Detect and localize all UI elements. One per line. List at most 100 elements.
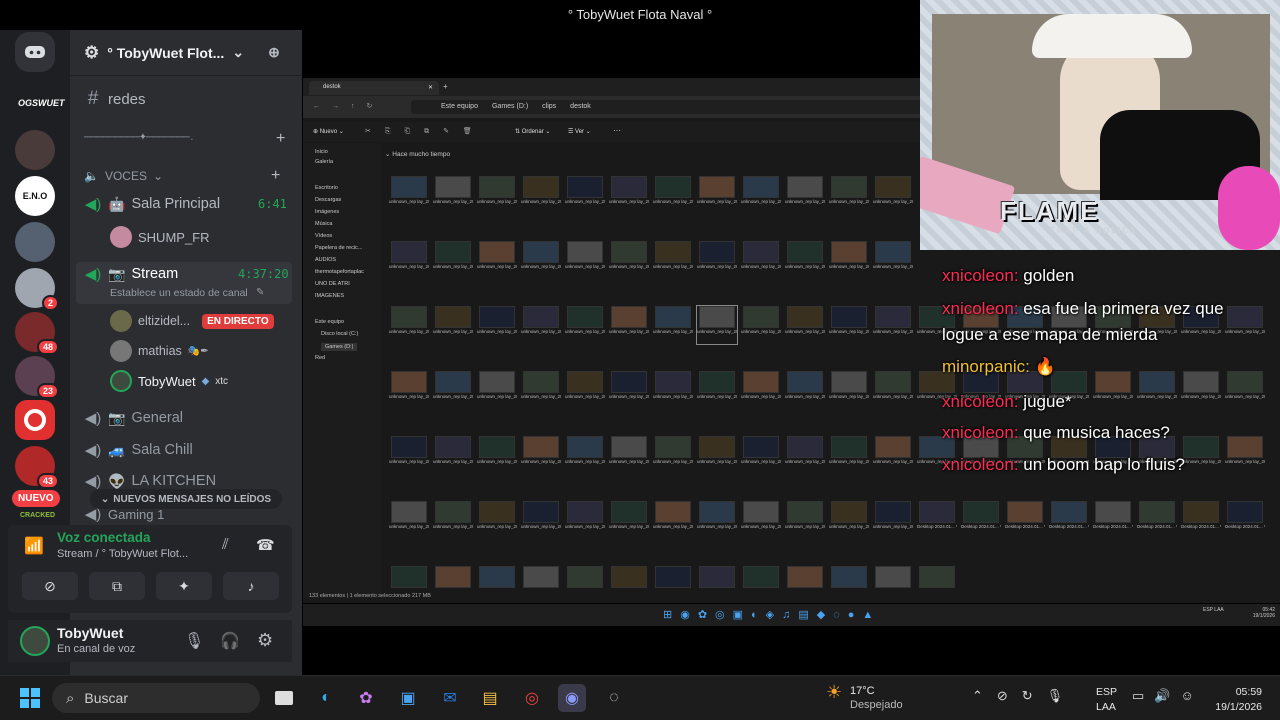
discord-taskbar-icon[interactable]: ◉	[558, 684, 586, 712]
file-thumbnail[interactable]: unknown_rep lay_2024...	[389, 306, 429, 344]
screen-share-button[interactable]: ⧉	[89, 572, 145, 600]
nav-item[interactable]: Inicio	[315, 149, 328, 155]
file-thumbnail[interactable]	[433, 566, 473, 604]
file-thumbnail[interactable]: unknown_rep lay_2024...	[1181, 371, 1221, 409]
file-thumbnail[interactable]: unknown_rep lay_2024...	[477, 306, 517, 344]
nav-item[interactable]: Descargas	[315, 197, 341, 203]
file-thumbnail[interactable]: unknown_rep lay_2024...	[609, 501, 649, 539]
invite-people-icon[interactable]: ⊕	[268, 44, 280, 61]
channel-divider[interactable]: ─────────✦─────── .	[84, 132, 193, 143]
file-thumbnail[interactable]: unknown_rep lay_2024...	[696, 305, 738, 345]
channel-sala-principal[interactable]: ◀) 🤖 Sala Principal	[84, 195, 220, 214]
server-ogswuet-label[interactable]: OGSWUET	[18, 98, 65, 108]
new-unread-messages-pill[interactable]: ⌄ NUEVOS MENSAJES NO LEÍDOS	[90, 489, 282, 509]
breadcrumb-item[interactable]: clips	[542, 103, 556, 114]
file-thumbnail[interactable]: unknown_rep lay_2024...	[433, 371, 473, 409]
file-thumbnail[interactable]: Desktop 2024.01... VR	[1093, 501, 1133, 539]
server-icon-1[interactable]	[15, 130, 55, 170]
channel-sala-chill[interactable]: ◀) 🚙 Sala Chill	[84, 441, 193, 460]
breadcrumb-item[interactable]: Games (D:)	[492, 103, 528, 114]
channel-redes[interactable]: # redes	[84, 88, 146, 110]
file-thumbnail[interactable]: unknown_rep lay_2024...	[829, 436, 869, 474]
file-thumbnail[interactable]: unknown_rep lay_2024...	[521, 306, 561, 344]
obs-icon[interactable]: ◌	[600, 684, 628, 712]
activities-button[interactable]: ✦	[156, 572, 212, 600]
user-settings-gear-icon[interactable]: ⚙	[257, 630, 273, 651]
server-icon-7[interactable]	[15, 400, 55, 440]
file-thumbnail[interactable]	[477, 566, 517, 604]
breadcrumb[interactable]: Este equipo Games (D:) clips destok	[411, 100, 951, 114]
file-thumbnail[interactable]: Desktop 2024.01... VR	[1005, 501, 1045, 539]
file-thumbnail[interactable]: unknown_rep lay_2024...	[785, 436, 825, 474]
nav-item[interactable]: Vídeos	[315, 233, 332, 239]
file-thumbnail[interactable]: unknown_rep lay_2024...	[697, 436, 737, 474]
file-thumbnail[interactable]: unknown_rep lay_2024...	[785, 306, 825, 344]
file-thumbnail[interactable]: unknown_rep lay_2024...	[521, 371, 561, 409]
file-thumbnail[interactable]: unknown_rep lay_2024...	[433, 241, 473, 279]
file-thumbnail[interactable]: unknown_rep lay_2024...	[653, 306, 693, 344]
file-thumbnail[interactable]: unknown_rep lay_2024...	[873, 176, 913, 214]
file-thumbnail[interactable]: unknown_rep lay_2024...	[521, 241, 561, 279]
file-thumbnail[interactable]: unknown_rep lay_2024...	[609, 436, 649, 474]
file-thumbnail[interactable]: unknown_rep lay_2024...	[785, 241, 825, 279]
voice-user-eltizidel[interactable]: eltizidel... EN DIRECTO	[110, 310, 274, 332]
file-thumbnail[interactable]: unknown_rep lay_2024...	[477, 436, 517, 474]
nav-item-selected[interactable]: Games (D:)	[321, 343, 358, 351]
file-thumbnail[interactable]: unknown_rep lay_2024...	[433, 501, 473, 539]
file-thumbnail[interactable]: unknown_rep lay_2024...	[697, 501, 737, 539]
file-thumbnail[interactable]: Desktop 2024.01... VR	[1137, 501, 1177, 539]
breadcrumb-item[interactable]: Este equipo	[441, 103, 478, 114]
file-thumbnail[interactable]: unknown_rep lay_2024...	[389, 501, 429, 539]
nav-item[interactable]: Galería	[315, 159, 333, 165]
file-thumbnail[interactable]: unknown_rep lay_2024...	[565, 176, 605, 214]
explorer-tab[interactable]: destok ✕	[309, 81, 439, 95]
file-thumbnail[interactable]: unknown_rep lay_2024...	[741, 436, 781, 474]
file-thumbnail[interactable]: unknown_rep lay_2024...	[653, 176, 693, 214]
file-thumbnail[interactable]	[609, 566, 649, 604]
file-thumbnail[interactable]	[785, 566, 825, 604]
file-thumbnail[interactable]: unknown_rep lay_2024...	[477, 501, 517, 539]
file-thumbnail[interactable]: unknown_rep lay_2024...	[1225, 306, 1265, 344]
server-icon-6[interactable]: 23	[15, 356, 59, 399]
new-button[interactable]: ⊕ Nuevo ⌄	[313, 128, 344, 135]
clock-date[interactable]: 19/1/2026	[1200, 701, 1262, 713]
file-thumbnail[interactable]: unknown_rep lay_2024...	[433, 306, 473, 344]
nav-item[interactable]: AUDIOS	[315, 257, 336, 263]
file-thumbnail[interactable]: unknown_rep lay_2024...	[565, 241, 605, 279]
add-voice-channel-plus-icon[interactable]: +	[271, 167, 280, 185]
file-thumbnail[interactable]: unknown_rep lay_2024...	[873, 501, 913, 539]
file-thumbnail[interactable]: unknown_rep lay_2024...	[1225, 371, 1265, 409]
avatar[interactable]	[20, 626, 50, 656]
file-thumbnail[interactable]: Desktop 2024.01... VR	[961, 501, 1001, 539]
voice-location[interactable]: Stream / ° TobyWuet Flot...	[57, 548, 188, 560]
file-thumbnail[interactable]: unknown_rep lay_2024...	[389, 371, 429, 409]
disconnect-icon[interactable]: ☎	[256, 536, 275, 554]
file-thumbnail[interactable]	[873, 566, 913, 604]
file-thumbnail[interactable]: unknown_rep lay_2024...	[521, 501, 561, 539]
guild-header[interactable]: ⚙ ° TobyWuet Flot... ⌄ ⊕	[70, 30, 302, 76]
file-thumbnail[interactable]: unknown_rep lay_2024...	[653, 241, 693, 279]
language-layout[interactable]: LAA	[1096, 701, 1116, 713]
copilot-icon[interactable]: ✿	[352, 684, 380, 712]
close-icon[interactable]: ✕	[428, 84, 433, 91]
microphone-icon[interactable]: 🎙	[184, 631, 204, 651]
channel-stream[interactable]: ◀) 📷 Stream	[84, 265, 178, 284]
file-thumbnail[interactable]: unknown_rep lay_2024...	[653, 501, 693, 539]
file-thumbnail[interactable]: unknown_rep lay_2024...	[785, 371, 825, 409]
file-thumbnail[interactable]: unknown_rep lay_2024...	[389, 436, 429, 474]
nav-item[interactable]: IMAGENES	[315, 293, 344, 299]
channel-general[interactable]: ◀) 📷 General	[84, 409, 183, 428]
file-thumbnail[interactable]: unknown_rep lay_2024...	[609, 371, 649, 409]
file-thumbnail[interactable]: unknown_rep lay_2024...	[873, 241, 913, 279]
file-thumbnail[interactable]: unknown_rep lay_2024...	[521, 436, 561, 474]
file-thumbnail[interactable]	[565, 566, 605, 604]
voice-user-shump[interactable]: SHUMP_FR	[110, 226, 210, 248]
nav-item[interactable]: Disco local (C:)	[321, 331, 358, 337]
discord-home-button[interactable]	[15, 32, 55, 72]
file-thumbnail[interactable]: unknown_rep lay_2024...	[565, 306, 605, 344]
nav-item[interactable]: Escritorio	[315, 185, 338, 191]
tray-icons[interactable]: ⌃⊘↻🎙	[972, 688, 1077, 704]
file-thumbnail[interactable]	[829, 566, 869, 604]
pencil-icon[interactable]: ✎	[256, 287, 264, 298]
nav-item[interactable]: UNO DE ATRI	[315, 281, 350, 287]
